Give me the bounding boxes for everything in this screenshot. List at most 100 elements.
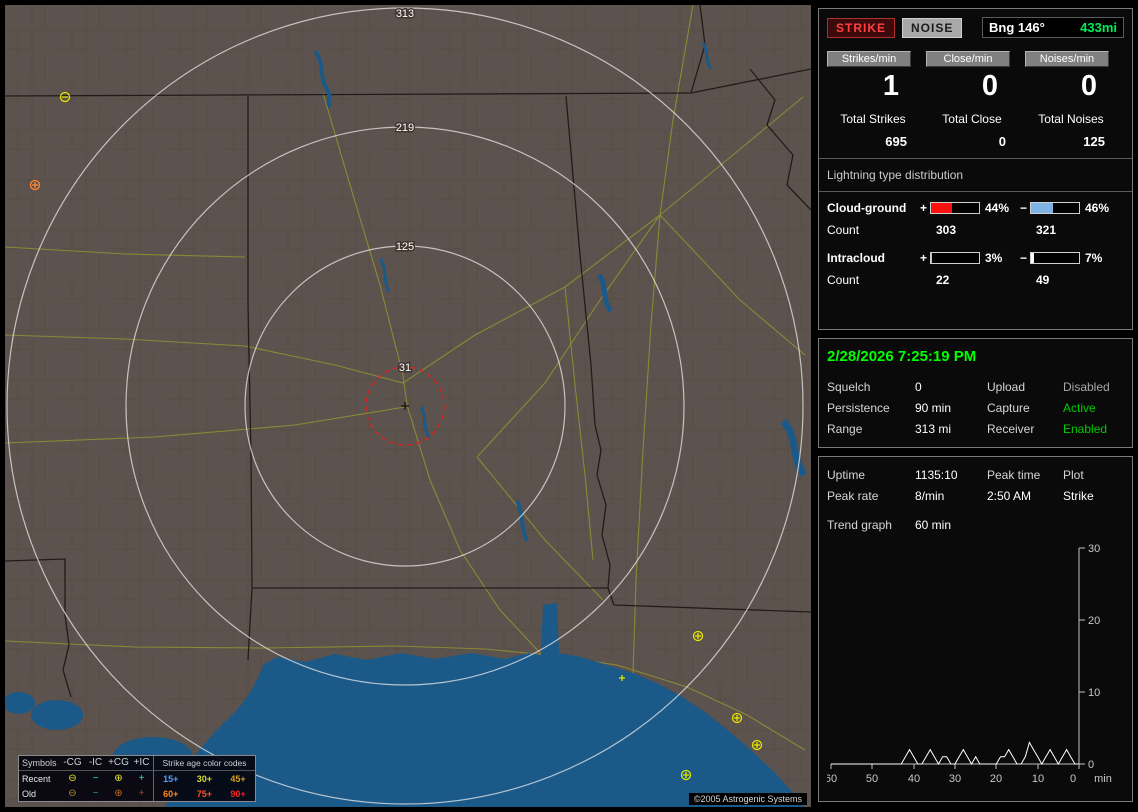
divider — [819, 158, 1132, 159]
xtick-10: 10 — [1032, 773, 1044, 785]
ring-label-125: 125 — [396, 241, 414, 253]
pos-cg-old-icon: ⊕ — [114, 787, 123, 799]
strike-trend-graph: 30 20 10 0 60 50 40 30 20 10 0 min — [827, 543, 1112, 785]
neg-ic-old-icon: − — [92, 787, 99, 799]
close-per-min-value: 0 — [981, 70, 998, 102]
xtick-50: 50 — [866, 773, 878, 785]
age-15: 15+ — [163, 773, 179, 784]
neg-ic-recent-icon: − — [92, 772, 99, 784]
strike-stats-panel: STRIKE NOISE Bng 146° 433mi Strikes/min … — [818, 8, 1133, 330]
bearing-range-value: 433mi — [1080, 20, 1117, 35]
x-axis-unit: min — [1094, 773, 1112, 785]
ytick-0: 0 — [1088, 759, 1094, 771]
receiver-label: Receiver — [987, 422, 1035, 436]
status-row: Squelch 0 Upload Disabled — [827, 377, 1124, 398]
lightning-map[interactable]: 313 219 125 31 Symbols -CG -IC +CG +IC S… — [5, 5, 811, 807]
strike-mode-button[interactable]: STRIKE — [827, 17, 896, 38]
ic-plus-gauge — [930, 252, 980, 264]
squelch-label: Squelch — [827, 380, 871, 394]
xtick-60: 60 — [827, 773, 837, 785]
peak-rate-value: 8/min — [915, 489, 945, 503]
peak-rate-row: Peak rate 8/min 2:50 AM Strike — [827, 486, 1124, 507]
status-row: Range 313 mi Receiver Enabled — [827, 419, 1124, 440]
rates-grid: Strikes/min 1 Total Strikes 695 Close/mi… — [827, 51, 1124, 149]
peak-time-label: Peak time — [987, 468, 1041, 482]
trend-graph-label: Trend graph — [827, 518, 892, 532]
cg-minus-count: 321 — [1036, 223, 1057, 237]
age-75: 75+ — [196, 788, 213, 799]
noises-per-min-value: 0 — [1080, 70, 1097, 102]
age-90: 90+ — [230, 788, 246, 799]
ring-label-313: 313 — [396, 8, 414, 20]
neg-cg-old-icon: ⊖ — [68, 787, 77, 799]
peak-rate-label: Peak rate — [827, 489, 879, 503]
cg-minus-gauge — [1030, 202, 1080, 214]
total-noises-label: Total Noises — [1038, 112, 1104, 126]
ic-plus-count: 22 — [936, 273, 950, 287]
receiver-value: Enabled — [1063, 422, 1108, 436]
sidebar: STRIKE NOISE Bng 146° 433mi Strikes/min … — [818, 0, 1133, 812]
bearing-display: Bng 146° 433mi — [982, 17, 1124, 38]
uptime-value: 1135:10 — [915, 468, 958, 482]
distribution-title: Lightning type distribution — [827, 168, 964, 182]
pos-ic-recent-icon: + — [138, 772, 145, 784]
ic-minus-count: 49 — [1036, 273, 1050, 287]
noise-mode-button[interactable]: NOISE — [902, 17, 963, 38]
total-strikes-value: 695 — [885, 134, 907, 149]
persistence-value: 90 min — [915, 401, 952, 415]
range-value: 313 mi — [915, 422, 952, 436]
total-close-label: Total Close — [942, 112, 1002, 126]
total-noises-value: 125 — [1083, 134, 1105, 149]
strikes-per-min-button[interactable]: Strikes/min — [827, 51, 911, 67]
noises-per-min-button[interactable]: Noises/min — [1024, 51, 1109, 67]
current-datetime: 2/28/2026 7:25:19 PM — [827, 348, 977, 365]
xtick-20: 20 — [990, 773, 1002, 785]
cloud-ground-count-row: Count 303 321 — [827, 223, 1124, 237]
receiver-status-panel: 2/28/2026 7:25:19 PM Squelch 0 Upload Di… — [818, 338, 1133, 448]
upload-value: Disabled — [1063, 380, 1110, 394]
legend-col-pos-ic: +IC — [133, 757, 150, 768]
trend-graph-window: 60 min — [915, 518, 952, 532]
strikes-per-min-value: 1 — [882, 70, 899, 102]
plus-sign: + — [919, 201, 927, 215]
neg-cg-recent-icon: ⊖ — [68, 772, 77, 784]
xtick-30: 30 — [949, 773, 961, 785]
cg-plus-gauge — [930, 202, 980, 214]
close-per-min-button[interactable]: Close/min — [925, 51, 1010, 67]
minus-sign: − — [1019, 201, 1027, 215]
legend-symbols-header: Symbols — [22, 758, 57, 768]
ring-label-31: 31 — [399, 362, 411, 374]
upload-label: Upload — [987, 380, 1026, 394]
ytick-30: 30 — [1088, 543, 1100, 555]
squelch-value: 0 — [915, 380, 922, 394]
bearing-label: Bng 146° — [989, 20, 1045, 35]
legend-row-old: Old — [22, 788, 37, 799]
age-45: 45+ — [230, 773, 246, 784]
cloud-ground-label: Cloud-ground — [827, 201, 907, 215]
peak-time-value: 2:50 AM — [987, 489, 1032, 503]
uptime-label: Uptime — [827, 468, 866, 482]
plot-label: Plot — [1063, 468, 1084, 482]
intracloud-count-row: Count 22 49 — [827, 273, 1124, 287]
ring-label-219: 219 — [396, 122, 414, 134]
capture-label: Capture — [987, 401, 1030, 415]
count-label: Count — [827, 223, 860, 237]
legend-age-title: Strike age color codes — [153, 756, 255, 770]
trend-row: Trend graph 60 min — [827, 515, 1124, 536]
intracloud-label: Intracloud — [827, 251, 886, 265]
cloud-ground-row: Cloud-ground + 44% − 46% — [827, 201, 1124, 215]
legend-col-pos-cg: +CG — [108, 757, 129, 768]
cg-minus-percent: 46% — [1085, 201, 1110, 215]
range-label: Range — [827, 422, 863, 436]
age-30: 30+ — [196, 773, 213, 784]
app-window: { "header": { "strike_button": "STRIKE",… — [0, 0, 1138, 812]
legend-col-neg-ic: -IC — [88, 757, 103, 768]
trend-line — [831, 741, 1079, 766]
plus-sign: + — [919, 251, 927, 265]
xtick-40: 40 — [908, 773, 920, 785]
count-label: Count — [827, 273, 860, 287]
status-row: Persistence 90 min Capture Active — [827, 398, 1124, 419]
copyright-notice: ©2005 Astrogenic Systems — [688, 793, 807, 805]
cg-plus-percent: 44% — [985, 201, 1010, 215]
xtick-0: 0 — [1070, 773, 1076, 785]
